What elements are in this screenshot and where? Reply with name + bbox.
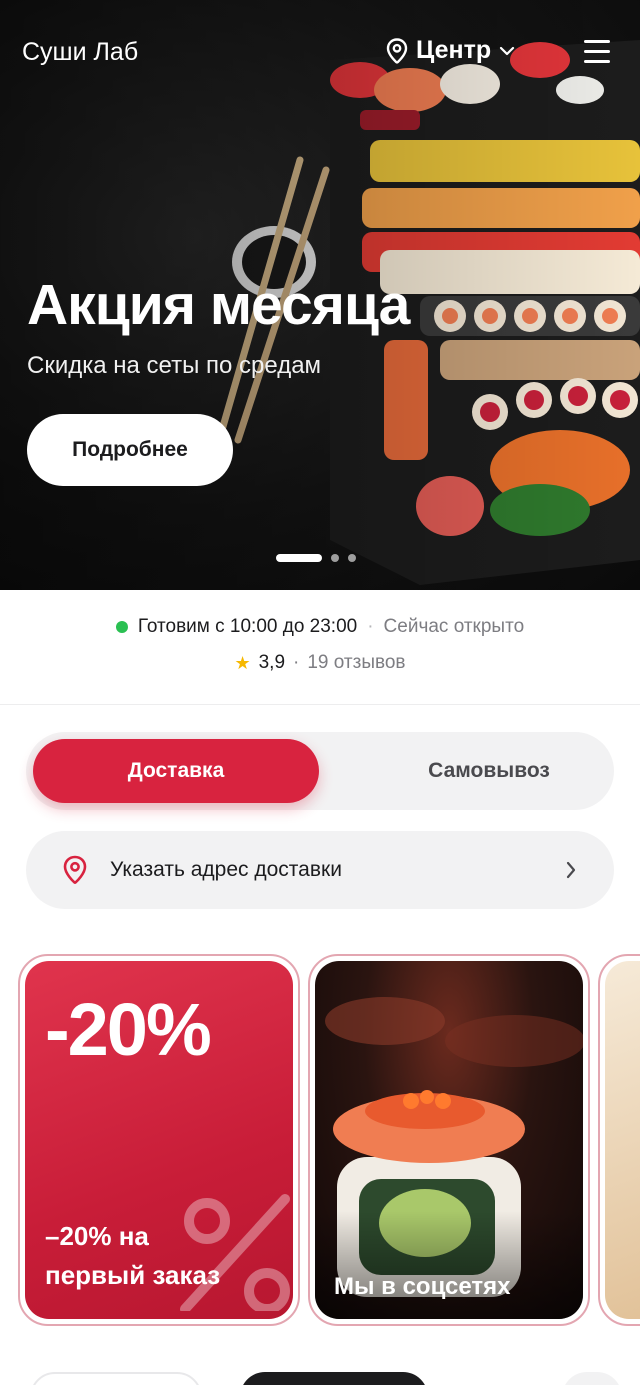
story-caption-line: первый заказ [45, 1260, 221, 1290]
open-status: Сейчас открыто [383, 616, 525, 637]
hero-banner[interactable]: Суши Лаб Центр Акция месяца Скидка на се… [0, 0, 640, 590]
story-card[interactable] [598, 954, 640, 1326]
rating-value: 3,9 [258, 652, 286, 673]
address-label: Указать адрес доставки [110, 858, 342, 881]
working-hours-row: Готовим с 10:00 до 23:00 · Сейчас открыт… [0, 616, 640, 638]
carousel-dot-active[interactable] [276, 554, 322, 562]
delivery-address-button[interactable]: Указать адрес доставки [26, 831, 614, 909]
top-bar: Суши Лаб Центр [0, 0, 640, 108]
category-chip-active[interactable] [240, 1372, 428, 1385]
star-icon: ★ [234, 652, 251, 673]
hamburger-menu-icon[interactable] [584, 40, 610, 64]
chevron-right-icon [566, 861, 576, 884]
category-chip[interactable] [562, 1372, 622, 1385]
map-pin-icon [386, 37, 408, 64]
order-mode-toggle: Доставка Самовывоз [26, 732, 614, 810]
sushi-roll-photo [315, 997, 583, 1319]
story-card-social[interactable]: Мы в соцсетях [308, 954, 590, 1326]
story-caption: –20% на первый заказ [45, 1217, 220, 1295]
rating-row[interactable]: ★ 3,9 · 19 отзывов [0, 652, 640, 674]
divider [0, 704, 640, 705]
story-caption-line: –20% на [45, 1221, 149, 1251]
separator: · [367, 616, 374, 637]
category-chip[interactable] [30, 1372, 202, 1385]
separator: · [293, 652, 300, 673]
delivery-tab[interactable]: Доставка [33, 739, 319, 803]
map-pin-icon [62, 855, 88, 890]
working-hours: Готовим с 10:00 до 23:00 [137, 616, 358, 637]
story-caption: Мы в соцсетях [334, 1273, 511, 1300]
hero-title: Акция месяца [27, 273, 410, 337]
reviews-count: 19 отзывов [307, 652, 406, 673]
discount-headline: -20% [45, 988, 212, 1071]
location-selector[interactable]: Центр [386, 36, 515, 65]
location-label: Центр [416, 36, 492, 64]
stories-carousel: -20% –20% на первый заказ Мы в соцсетях [0, 954, 640, 1326]
brand-name[interactable]: Суши Лаб [22, 38, 138, 67]
carousel-dot[interactable] [348, 554, 356, 562]
open-status-dot [115, 621, 128, 633]
story-card-discount[interactable]: -20% –20% на первый заказ [18, 954, 300, 1326]
carousel-dot[interactable] [331, 554, 339, 562]
pickup-tab[interactable]: Самовывоз [346, 739, 632, 803]
chevron-down-icon [499, 46, 515, 56]
hero-subtitle: Скидка на сеты по средам [27, 352, 322, 379]
carousel-indicator [276, 554, 356, 562]
hero-more-button[interactable]: Подробнее [27, 414, 233, 486]
